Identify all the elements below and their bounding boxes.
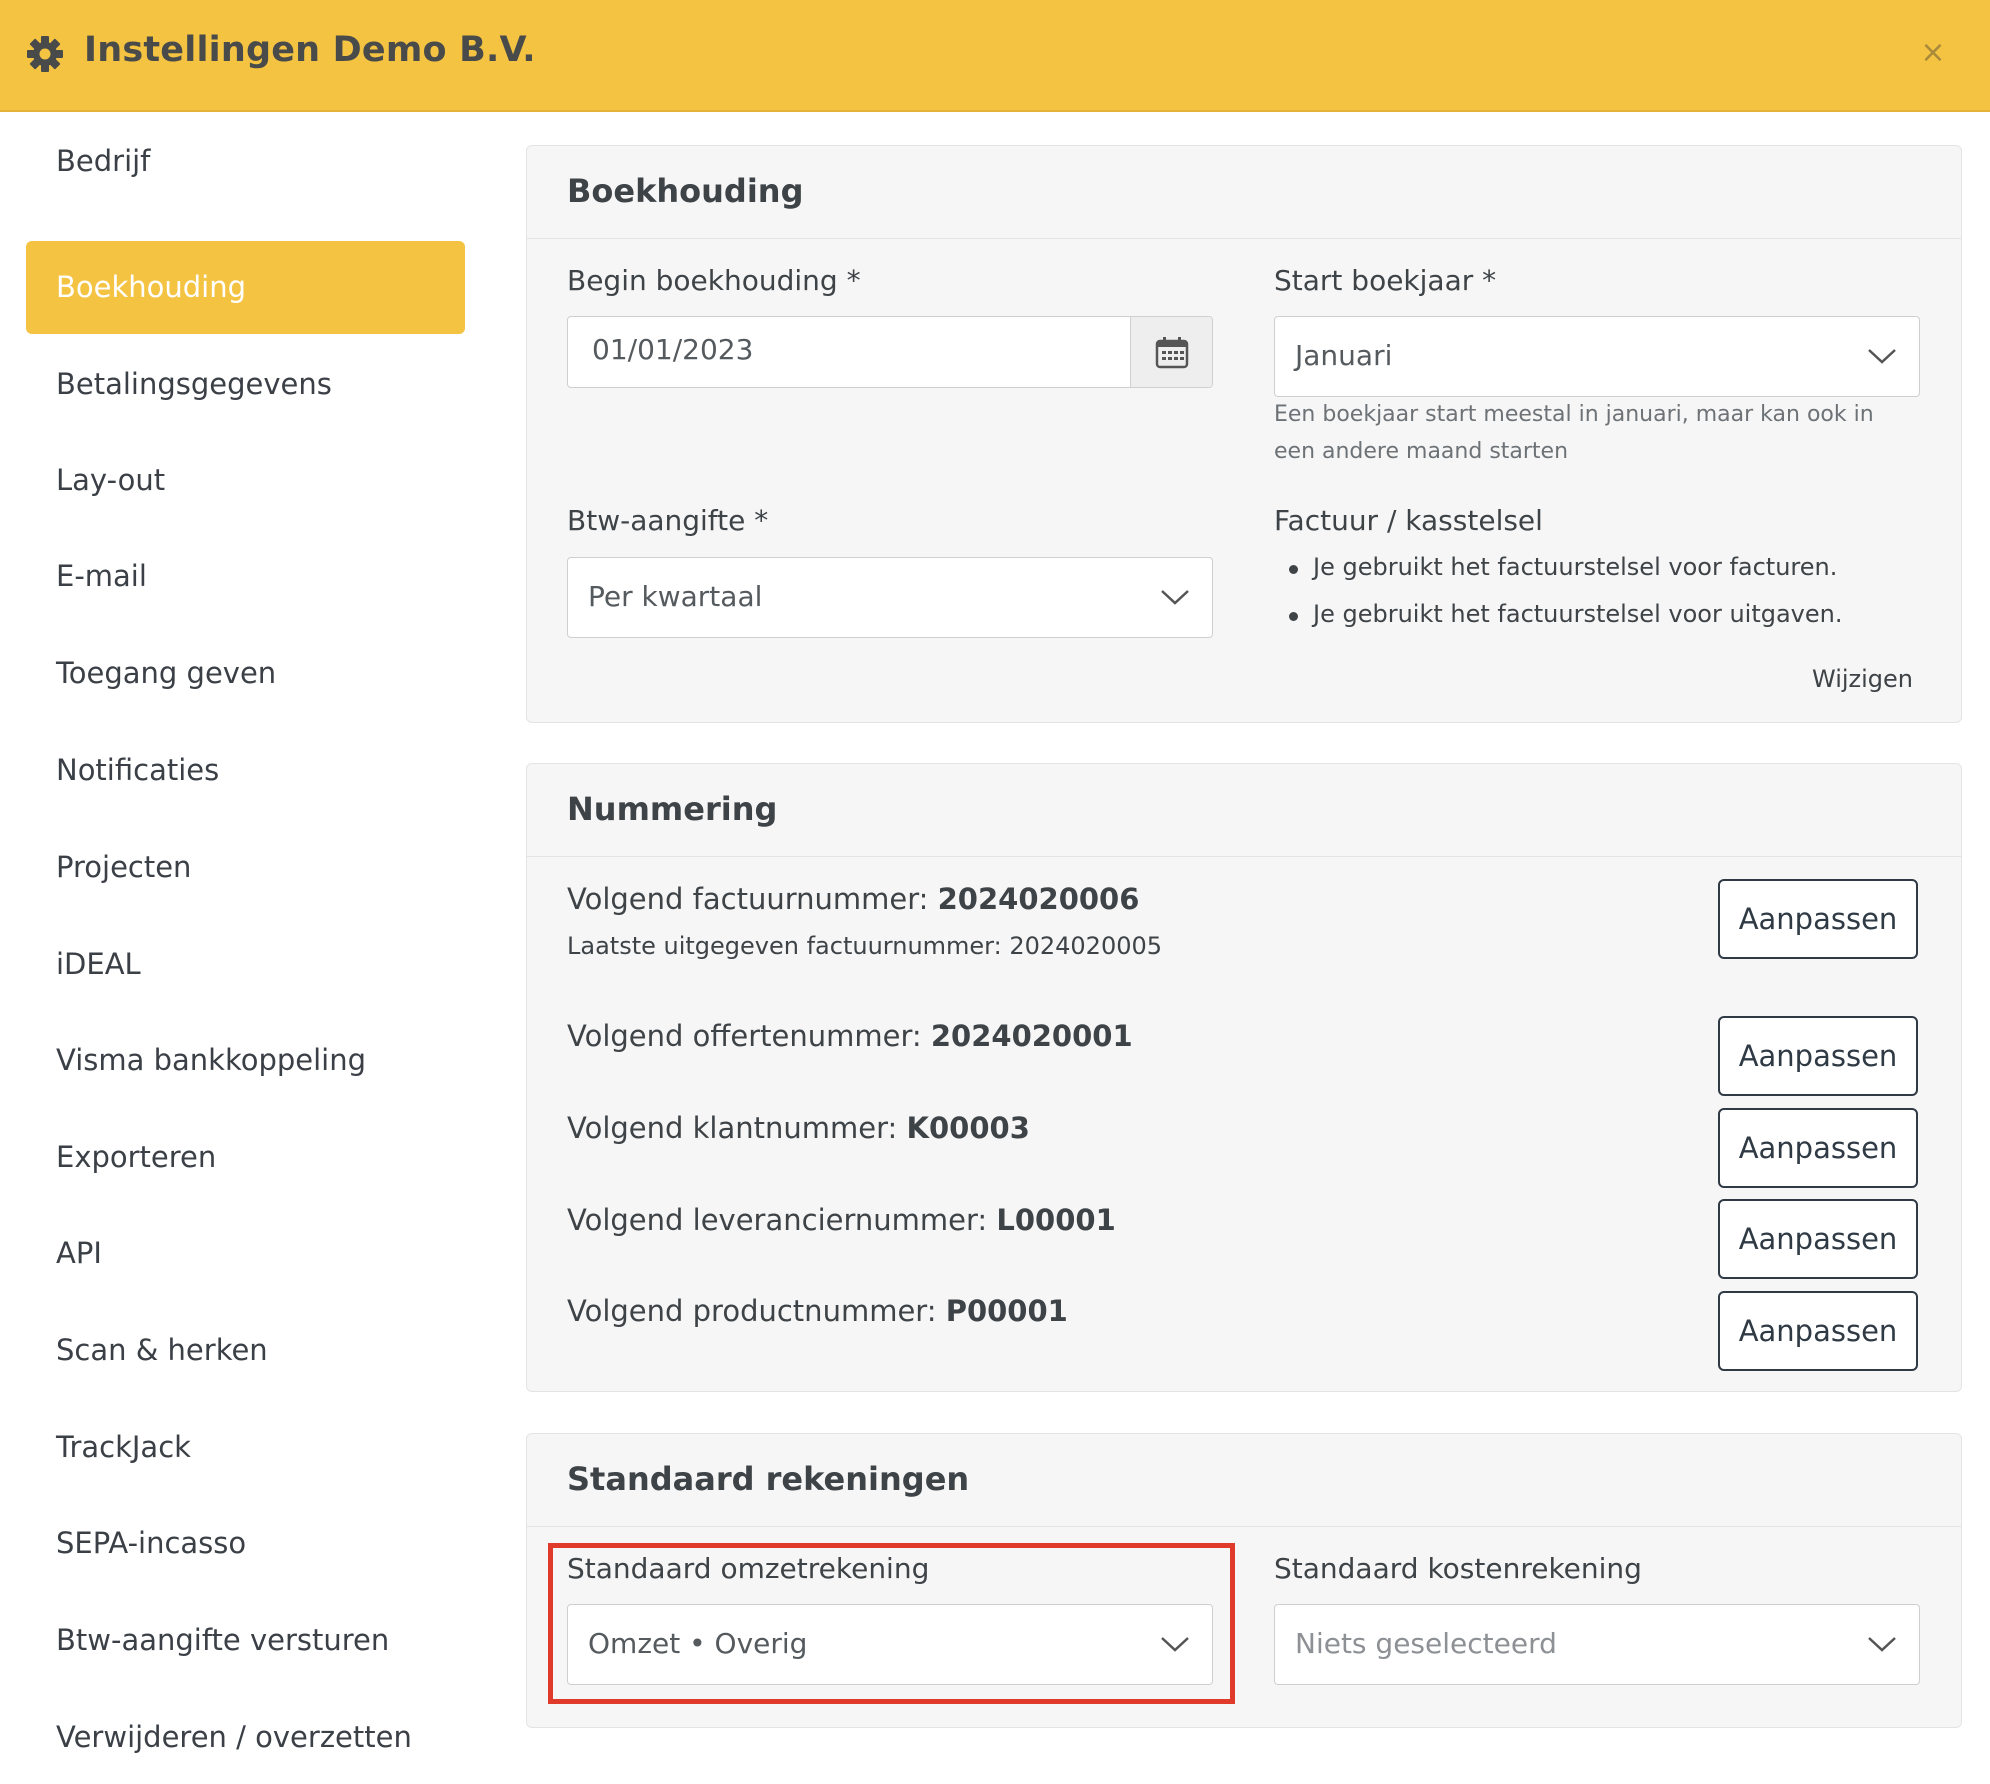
factuurnummer-value: 2024020006 [937, 882, 1140, 916]
sidebar-item-ideal[interactable]: iDEAL [26, 918, 465, 1011]
sidebar-item-boekhouding[interactable]: Boekhouding [26, 241, 465, 334]
sidebar-item-toegang-geven[interactable]: Toegang geven [26, 627, 465, 720]
sidebar-item-visma-bankkoppeling[interactable]: Visma bankkoppeling [26, 1014, 465, 1107]
sidebar-item-scan-herken[interactable]: Scan & herken [26, 1304, 465, 1397]
leveranciernummer-label: Volgend leveranciernummer: [567, 1203, 997, 1237]
start-boekjaar-help-line1: Een boekjaar start meestal in januari, m… [1274, 402, 1874, 427]
close-icon[interactable]: × [1916, 36, 1950, 70]
btw-aangifte-value: Per kwartaal [588, 580, 763, 613]
aanpassen-productnummer-button[interactable]: Aanpassen [1718, 1291, 1918, 1371]
sidebar-item-exporteren[interactable]: Exporteren [26, 1111, 465, 1204]
klantnummer-value: K00003 [906, 1111, 1030, 1145]
sidebar-item-sepa-incasso[interactable]: SEPA-incasso [26, 1497, 465, 1590]
last-invoice-note: Laatste uitgegeven factuurnummer: 202402… [567, 932, 1163, 960]
nummering-title: Nummering [567, 790, 778, 828]
factuur-kasstelsel-label: Factuur / kasstelsel [1274, 504, 1543, 537]
offertenummer-row: Volgend offertenummer: 2024020001 [567, 1019, 1133, 1053]
highlight-box [548, 1543, 1235, 1704]
productnummer-row: Volgend productnummer: P00001 [567, 1294, 1068, 1328]
calendar-button[interactable] [1130, 317, 1212, 387]
chevron-down-icon [1868, 349, 1896, 364]
aanpassen-factuurnummer-button[interactable]: Aanpassen [1718, 879, 1918, 959]
offertenummer-label: Volgend offertenummer: [567, 1019, 931, 1053]
bullet-dot [1289, 565, 1298, 574]
factuur-bullet-uitgaven: Je gebruikt het factuurstelsel voor uitg… [1313, 600, 1843, 628]
sidebar-item-lay-out[interactable]: Lay-out [26, 434, 465, 527]
boekhouding-card: Boekhouding Begin boekhouding * 01/01/20… [526, 145, 1962, 723]
nummering-card: Nummering Volgend factuurnummer: 2024020… [526, 763, 1962, 1392]
leveranciernummer-row: Volgend leveranciernummer: L00001 [567, 1203, 1116, 1237]
btw-aangifte-select[interactable]: Per kwartaal [567, 557, 1213, 638]
standaard-kostenrekening-value: Niets geselecteerd [1295, 1627, 1557, 1660]
settings-header: Instellingen Demo B.V. × [0, 0, 1990, 112]
nummering-card-header: Nummering [527, 764, 1961, 857]
sidebar-item-api[interactable]: API [26, 1207, 465, 1300]
offertenummer-value: 2024020001 [930, 1019, 1133, 1053]
sidebar-item-btw-aangifte-versturen[interactable]: Btw-aangifte versturen [26, 1594, 465, 1687]
standaard-rekeningen-card-header: Standaard rekeningen [527, 1434, 1961, 1527]
begin-boekhouding-date-input[interactable]: 01/01/2023 [567, 316, 1213, 388]
standaard-kostenrekening-select[interactable]: Niets geselecteerd [1274, 1604, 1920, 1685]
gear-icon [27, 36, 63, 72]
leveranciernummer-value: L00001 [996, 1203, 1116, 1237]
productnummer-value: P00001 [945, 1294, 1068, 1328]
begin-boekhouding-value: 01/01/2023 [592, 333, 754, 366]
boekhouding-card-header: Boekhouding [527, 146, 1961, 239]
productnummer-label: Volgend productnummer: [567, 1294, 946, 1328]
sidebar-item-notificaties[interactable]: Notificaties [26, 724, 465, 817]
sidebar-item-betalingsgegevens[interactable]: Betalingsgegevens [26, 338, 465, 431]
chevron-down-icon [1161, 590, 1189, 605]
sidebar-item-verwijderen-overzetten[interactable]: Verwijderen / overzetten [26, 1691, 465, 1784]
sidebar-item-trackjack[interactable]: TrackJack [26, 1401, 465, 1494]
sidebar-item-bedrijf[interactable]: Bedrijf [26, 115, 465, 208]
begin-boekhouding-label: Begin boekhouding * [567, 264, 861, 297]
klantnummer-row: Volgend klantnummer: K00003 [567, 1111, 1030, 1145]
start-boekjaar-label: Start boekjaar * [1274, 264, 1497, 297]
klantnummer-label: Volgend klantnummer: [567, 1111, 907, 1145]
wijzigen-link[interactable]: Wijzigen [1812, 665, 1913, 693]
factuurnummer-label: Volgend factuurnummer: [567, 882, 938, 916]
sidebar-item-e-mail[interactable]: E-mail [26, 530, 465, 623]
factuurnummer-row: Volgend factuurnummer: 2024020006 [567, 882, 1139, 916]
chevron-down-icon [1868, 1637, 1896, 1652]
aanpassen-leveranciernummer-button[interactable]: Aanpassen [1718, 1199, 1918, 1279]
bullet-dot [1289, 612, 1298, 621]
start-boekjaar-help-line2: een andere maand starten [1274, 439, 1569, 464]
aanpassen-klantnummer-button[interactable]: Aanpassen [1718, 1108, 1918, 1188]
boekhouding-title: Boekhouding [567, 172, 804, 210]
btw-aangifte-label: Btw-aangifte * [567, 504, 769, 537]
settings-sidebar: Bedrijf Boekhouding Betalingsgegevens La… [0, 112, 480, 1768]
start-boekjaar-select[interactable]: Januari [1274, 316, 1920, 397]
page-title: Instellingen Demo B.V. [84, 30, 536, 70]
calendar-icon [1155, 337, 1189, 369]
factuur-bullet-facturen: Je gebruikt het factuurstelsel voor fact… [1313, 553, 1838, 581]
aanpassen-offertenummer-button[interactable]: Aanpassen [1718, 1016, 1918, 1096]
standaard-kostenrekening-label: Standaard kostenrekening [1274, 1552, 1642, 1585]
sidebar-item-projecten[interactable]: Projecten [26, 821, 465, 914]
standaard-rekeningen-title: Standaard rekeningen [567, 1460, 970, 1498]
start-boekjaar-value: Januari [1295, 339, 1393, 372]
